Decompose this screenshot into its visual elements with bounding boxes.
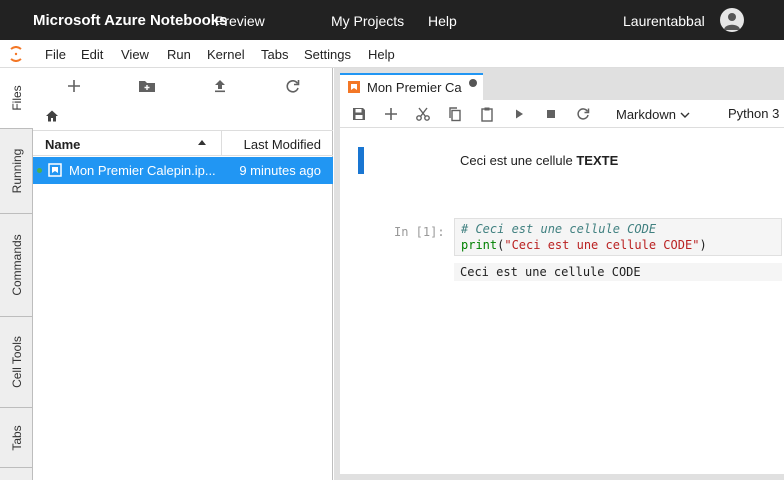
file-browser: Name Last Modified Mon Premier Calepin.i… <box>33 68 333 480</box>
running-indicator <box>37 168 42 173</box>
menu-settings[interactable]: Settings <box>304 47 351 62</box>
side-tab-running[interactable]: Running <box>0 129 33 214</box>
cell-type-value: Markdown <box>616 107 676 122</box>
cell-type-dropdown[interactable]: Markdown <box>616 107 690 122</box>
refresh-icon[interactable] <box>282 77 304 95</box>
file-name: Mon Premier Calepin.ip... <box>69 163 216 178</box>
column-divider <box>221 131 222 156</box>
code-print-line: print("Ceci est une cellule CODE") <box>461 238 707 252</box>
markdown-text-plain: Ceci est une cellule <box>460 153 577 168</box>
menu-view[interactable]: View <box>121 47 149 62</box>
copy-icon[interactable] <box>447 106 463 122</box>
notebook-panel: Markdown Python 3 Ceci est une cellule T… <box>340 100 784 474</box>
input-prompt: In [1]: <box>394 225 445 239</box>
menu-help[interactable]: Help <box>368 47 395 62</box>
code-close-paren: ) <box>699 238 707 252</box>
main-dock-area: Mon Premier Calepin.ipynb Markdown Pytho… <box>334 68 784 480</box>
chevron-down-icon <box>680 112 690 118</box>
kernel-name[interactable]: Python 3 <box>728 106 779 121</box>
side-tab-files-label: Files <box>10 85 24 111</box>
stop-icon[interactable] <box>543 106 559 122</box>
name-column-header[interactable]: Name <box>45 137 80 152</box>
menu-tabs[interactable]: Tabs <box>261 47 288 62</box>
menu-edit[interactable]: Edit <box>81 47 103 62</box>
paste-icon[interactable] <box>479 106 495 122</box>
save-icon[interactable] <box>351 106 367 122</box>
code-string: "Ceci est une cellule CODE" <box>504 238 700 252</box>
notebook-icon <box>48 163 62 177</box>
notebook-tab-label: Mon Premier Calepin.ipynb <box>367 80 462 95</box>
cut-icon[interactable] <box>415 106 431 122</box>
notebook-tab-icon <box>348 81 360 93</box>
unsaved-indicator-icon[interactable] <box>469 79 477 87</box>
cell-output: Ceci est une cellule CODE <box>454 263 782 281</box>
new-launcher-icon[interactable] <box>63 77 85 95</box>
azure-topbar: Microsoft Azure Notebooks Preview My Pro… <box>0 0 784 40</box>
code-comment-line: # Ceci est une cellule CODE <box>461 222 657 236</box>
side-tab-cell-tools[interactable]: Cell Tools <box>0 317 33 408</box>
side-tab-tabs[interactable]: Tabs <box>0 408 33 468</box>
notebook-tab[interactable]: Mon Premier Calepin.ipynb <box>340 73 483 100</box>
side-tab-cell-tools-label: Cell Tools <box>9 336 24 388</box>
code-editor[interactable]: # Ceci est une cellule CODE print("Ceci … <box>454 218 782 256</box>
file-row[interactable]: Mon Premier Calepin.ip... 9 minutes ago <box>33 157 333 184</box>
file-list-header: Name Last Modified <box>33 130 333 156</box>
my-projects-link[interactable]: My Projects <box>331 13 404 29</box>
side-tab-running-label: Running <box>9 148 24 194</box>
markdown-rendered-text: Ceci est une cellule TEXTE <box>460 153 618 168</box>
avatar-icon[interactable] <box>720 8 744 32</box>
side-tab-commands[interactable]: Commands <box>0 214 33 317</box>
markdown-cell[interactable]: Ceci est une cellule TEXTE <box>358 144 778 176</box>
sort-ascending-icon[interactable] <box>198 140 206 145</box>
username-link[interactable]: Laurentabbal <box>623 13 705 29</box>
insert-cell-icon[interactable] <box>383 106 399 122</box>
preview-label: Preview <box>215 13 265 29</box>
file-browser-toolbar <box>33 68 333 106</box>
restart-kernel-icon[interactable] <box>575 106 591 122</box>
last-modified-column-header[interactable]: Last Modified <box>244 137 321 152</box>
menu-bar: File Edit View Run Kernel Tabs Settings … <box>0 40 784 68</box>
file-modified: 9 minutes ago <box>239 163 321 178</box>
menu-file[interactable]: File <box>45 47 66 62</box>
side-tab-commands-label: Commands <box>9 234 24 296</box>
new-folder-icon[interactable] <box>136 77 158 95</box>
home-icon[interactable] <box>45 109 59 123</box>
cell-collapser[interactable] <box>358 147 364 174</box>
notebook-toolbar: Markdown Python 3 <box>340 100 784 128</box>
menu-kernel[interactable]: Kernel <box>207 47 245 62</box>
run-icon[interactable] <box>511 106 527 122</box>
help-link[interactable]: Help <box>428 13 457 29</box>
left-tab-bar: Files Running Commands Cell Tools Tabs <box>0 68 34 480</box>
code-builtin: print <box>461 238 498 252</box>
side-tab-files[interactable]: Files <box>0 68 34 129</box>
markdown-text-bold: TEXTE <box>576 153 619 168</box>
jupyter-logo-icon <box>10 46 22 62</box>
side-tab-tabs-label: Tabs <box>9 424 24 451</box>
menu-run[interactable]: Run <box>167 47 191 62</box>
upload-icon[interactable] <box>209 77 231 95</box>
brand-title[interactable]: Microsoft Azure Notebooks <box>33 12 227 29</box>
